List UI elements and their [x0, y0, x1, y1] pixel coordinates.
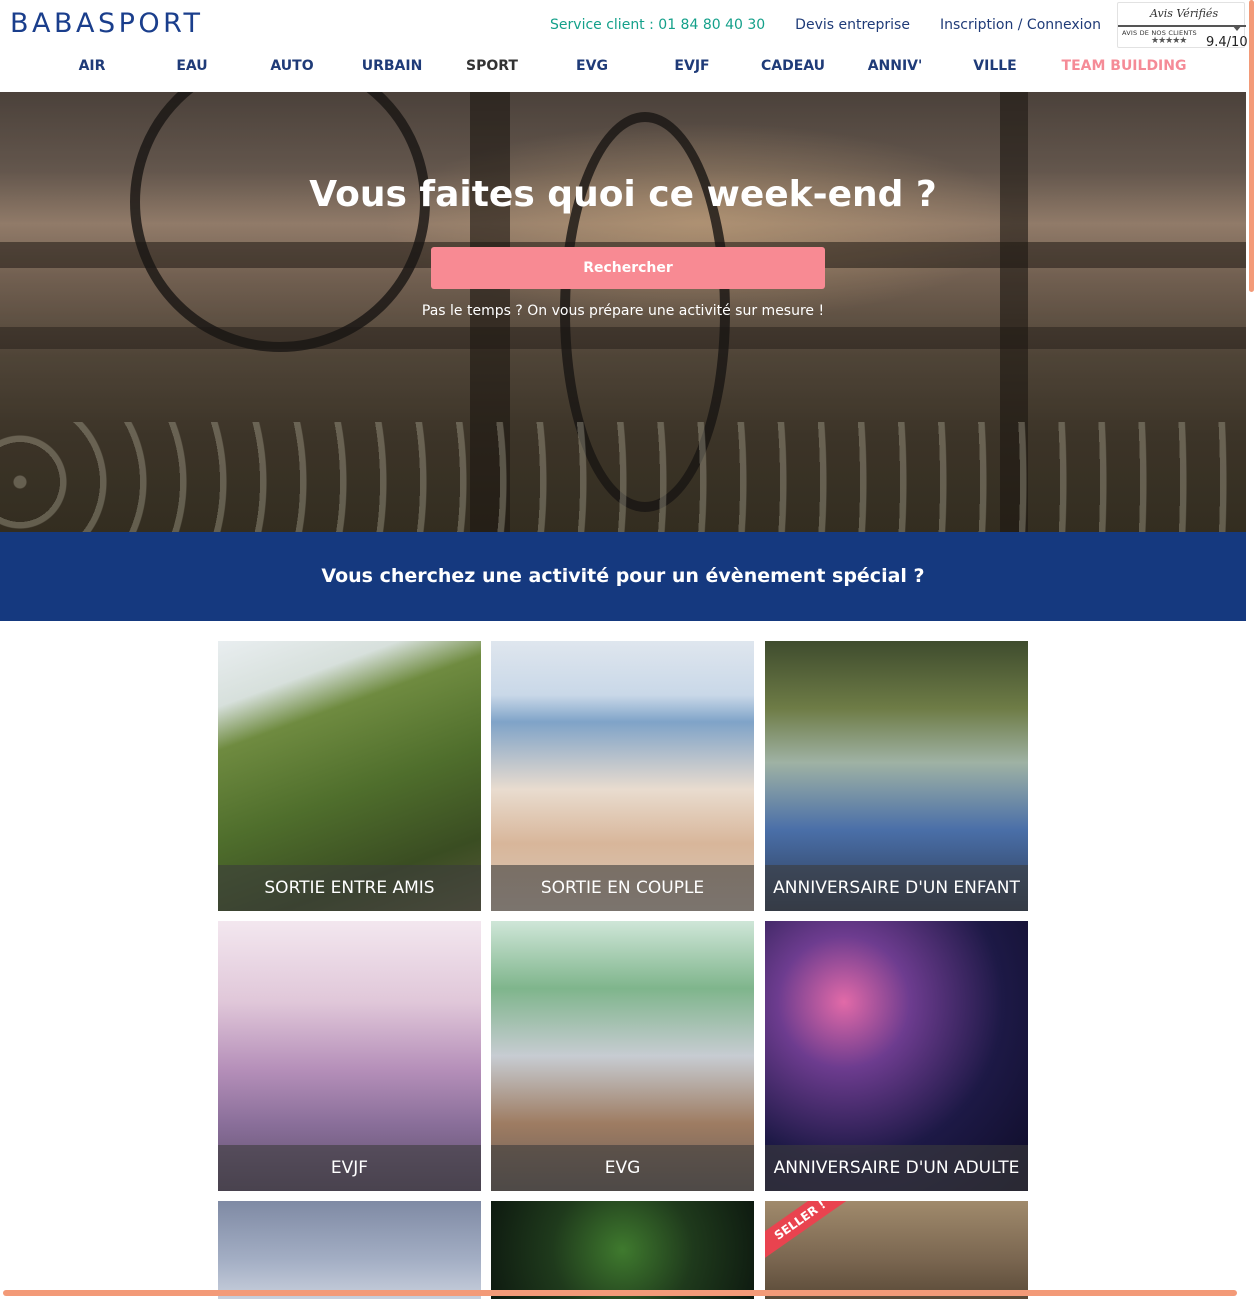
tile-image [218, 1201, 481, 1299]
tile-caption: SORTIE ENTRE AMIS [218, 865, 481, 911]
tile-sortie-en-couple[interactable]: SORTIE EN COUPLE [491, 641, 754, 911]
top-links: Service client : 01 84 80 40 30 Devis en… [550, 17, 1101, 33]
service-client-link[interactable]: Service client : 01 84 80 40 30 [550, 17, 765, 33]
avis-brand: Avis Vérifiés [1150, 7, 1219, 20]
tile-caption: EVJF [218, 1145, 481, 1191]
hero-title: Vous faites quoi ce week-end ? [309, 174, 937, 215]
page: BABASPORT Service client : 01 84 80 40 3… [0, 0, 1258, 1299]
tile-evjf[interactable]: EVJF [218, 921, 481, 1191]
tile-anniversaire-adulte[interactable]: ANNIVERSAIRE D'UN ADULTE [765, 921, 1028, 1191]
nav-item-ville[interactable]: VILLE [973, 58, 1016, 74]
tile-evg[interactable]: EVG [491, 921, 754, 1191]
tile-caption: SORTIE EN COUPLE [491, 865, 754, 911]
vertical-scrollbar[interactable] [1249, 0, 1254, 292]
nav-item-anniv[interactable]: ANNIV' [868, 58, 923, 74]
nav-item-team-building[interactable]: TEAM BUILDING [1062, 58, 1187, 74]
hero-section: Vous faites quoi ce week-end ? Recherche… [0, 92, 1246, 532]
tile-caption: ANNIVERSAIRE D'UN ADULTE [765, 1145, 1028, 1191]
tile-partial[interactable]: SELLER ! [765, 1201, 1028, 1299]
tile-caption: ANNIVERSAIRE D'UN ENFANT [765, 865, 1028, 911]
tile-caption: EVG [491, 1145, 754, 1191]
avis-divider [1118, 25, 1246, 27]
tile-sortie-entre-amis[interactable]: SORTIE ENTRE AMIS [218, 641, 481, 911]
search-button[interactable]: Rechercher [431, 247, 825, 289]
category-nav: AIR EAU AUTO URBAIN SPORT EVG EVJF CADEA… [0, 58, 1246, 86]
avis-verifies-widget[interactable]: Avis Vérifiés AVIS DE NOS CLIENTS ★★★★★ … [1117, 2, 1248, 50]
login-link[interactable]: Inscription / Connexion [940, 17, 1101, 33]
nav-item-evjf[interactable]: EVJF [674, 58, 709, 74]
nav-item-air[interactable]: AIR [79, 58, 106, 74]
nav-item-cadeau[interactable]: CADEAU [761, 58, 825, 74]
hero-subtitle-link[interactable]: Pas le temps ? On vous prépare une activ… [0, 303, 1246, 319]
tile-partial[interactable] [491, 1201, 754, 1299]
horizontal-scrollbar[interactable] [3, 1290, 1237, 1296]
banner-title: Vous cherchez une activité pour un évène… [321, 565, 925, 587]
nav-item-urbain[interactable]: URBAIN [362, 58, 423, 74]
nav-item-auto[interactable]: AUTO [270, 58, 313, 74]
logo[interactable]: BABASPORT [10, 8, 203, 39]
tile-anniversaire-enfant[interactable]: ANNIVERSAIRE D'UN ENFANT [765, 641, 1028, 911]
nav-item-sport[interactable]: SPORT [466, 58, 518, 74]
tile-partial[interactable] [218, 1201, 481, 1299]
tile-image [491, 1201, 754, 1299]
special-event-banner: Vous cherchez une activité pour un évène… [0, 532, 1246, 621]
star-rating-icon: ★★★★★ [1151, 36, 1187, 46]
devis-entreprise-link[interactable]: Devis entreprise [795, 17, 910, 33]
avis-score: 9.4/10 [1206, 35, 1248, 50]
top-bar: BABASPORT Service client : 01 84 80 40 3… [0, 0, 1248, 50]
nav-item-evg[interactable]: EVG [576, 58, 608, 74]
nav-item-eau[interactable]: EAU [176, 58, 207, 74]
